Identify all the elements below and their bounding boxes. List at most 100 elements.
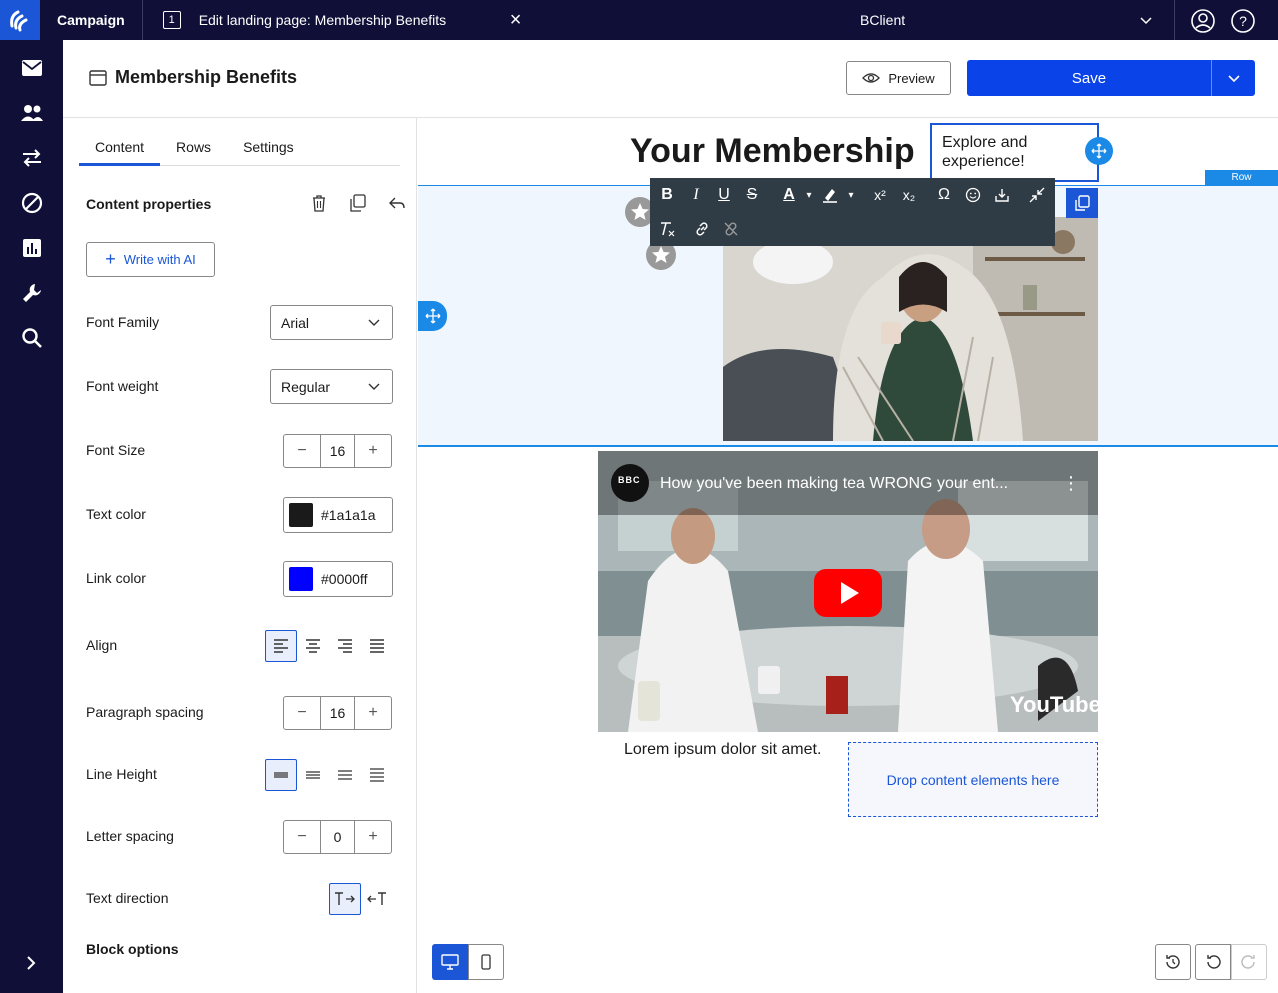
align-justify-icon[interactable]: [361, 630, 393, 662]
analytics-icon[interactable]: [20, 236, 44, 260]
youtube-logo[interactable]: YouTube: [1010, 692, 1101, 718]
font-size-label: Font Size: [86, 442, 146, 458]
paragraph-spacing-stepper: − 16 +: [283, 696, 392, 730]
link-color-swatch[interactable]: [289, 567, 313, 591]
merge-tag-icon[interactable]: [989, 182, 1015, 208]
underline-icon[interactable]: U: [711, 182, 737, 208]
history-icon[interactable]: [1155, 944, 1191, 980]
increment-button[interactable]: +: [355, 697, 391, 729]
write-with-ai-button[interactable]: + Write with AI: [86, 242, 215, 277]
open-tab-title[interactable]: Edit landing page: Membership Benefits: [199, 12, 504, 28]
properties-panel: Content Rows Settings Content properties…: [63, 118, 417, 993]
text-format-toolbar: B I U S A ▾ ▾ x² x₂ Ω: [650, 178, 1055, 246]
expand-nav-icon[interactable]: [22, 954, 40, 977]
transfer-icon[interactable]: [20, 146, 44, 170]
mail-icon[interactable]: [20, 56, 44, 80]
strikethrough-icon[interactable]: S: [739, 182, 765, 208]
block-icon[interactable]: [20, 191, 44, 215]
unlink-icon[interactable]: [718, 216, 744, 242]
text-direction-ltr-icon[interactable]: [329, 883, 361, 915]
wrench-icon[interactable]: [20, 281, 44, 305]
tab-rows[interactable]: Rows: [160, 138, 227, 166]
tab-count-icon[interactable]: 1: [162, 11, 181, 29]
tab-content[interactable]: Content: [79, 138, 161, 166]
text-direction-group: [329, 883, 393, 915]
align-left-icon[interactable]: [265, 630, 297, 662]
superscript-icon[interactable]: x²: [867, 182, 893, 208]
drop-zone[interactable]: Drop content elements here: [848, 742, 1098, 817]
paragraph-spacing-value[interactable]: 16: [320, 697, 355, 729]
increment-button[interactable]: +: [355, 435, 391, 467]
line-height-normal-icon[interactable]: [297, 759, 329, 791]
redo-icon[interactable]: [1231, 944, 1267, 980]
text-block-editing[interactable]: Explore and experience!: [930, 123, 1099, 182]
move-handle-icon[interactable]: [1085, 137, 1113, 165]
copy-icon[interactable]: [1066, 188, 1098, 218]
align-center-icon[interactable]: [297, 630, 329, 662]
font-weight-label: Font weight: [86, 378, 159, 394]
link-color-value: #0000ff: [321, 571, 368, 587]
line-height-relaxed-icon[interactable]: [329, 759, 361, 791]
italic-icon[interactable]: I: [683, 182, 709, 208]
help-icon[interactable]: ?: [1230, 8, 1256, 39]
align-right-icon[interactable]: [329, 630, 361, 662]
video-title[interactable]: How you've been making tea WRONG your en…: [660, 475, 1008, 493]
trash-icon[interactable]: [311, 194, 327, 217]
emoji-icon[interactable]: [960, 182, 986, 208]
collapse-icon[interactable]: [1024, 182, 1050, 208]
preview-label: Preview: [888, 70, 935, 86]
letter-spacing-value[interactable]: 0: [320, 821, 355, 853]
write-with-ai-label: Write with AI: [123, 252, 196, 267]
mobile-view-icon[interactable]: [468, 944, 504, 980]
text-color-swatch[interactable]: [289, 503, 313, 527]
undo-icon[interactable]: [1195, 944, 1231, 980]
link-color-field[interactable]: #0000ff: [283, 561, 393, 597]
duplicate-icon[interactable]: [349, 194, 367, 217]
back-arrow-icon[interactable]: [388, 194, 406, 217]
paragraph-text[interactable]: Lorem ipsum dolor sit amet.: [624, 741, 821, 759]
special-character-icon[interactable]: Ω: [931, 182, 957, 208]
font-size-value[interactable]: 16: [320, 435, 355, 467]
divider: [1174, 0, 1175, 40]
decrement-button[interactable]: −: [284, 821, 320, 853]
desktop-view-icon[interactable]: [432, 944, 468, 980]
client-selector[interactable]: BClient: [860, 12, 905, 28]
headline-text[interactable]: Your Membership: [630, 132, 915, 171]
text-direction-rtl-icon[interactable]: [361, 883, 393, 915]
block-options-title: Block options: [86, 941, 179, 957]
bold-icon[interactable]: B: [654, 182, 680, 208]
line-height-loose-icon[interactable]: [361, 759, 393, 791]
row-tag[interactable]: Row: [1205, 170, 1278, 185]
chevron-down-icon[interactable]: [1138, 12, 1154, 33]
row-move-handle-icon[interactable]: [418, 301, 447, 331]
font-family-select[interactable]: Arial: [270, 305, 393, 340]
more-icon[interactable]: ⋮: [1062, 473, 1080, 494]
subscript-icon[interactable]: x₂: [896, 182, 922, 208]
close-tab-icon[interactable]: ×: [510, 9, 522, 32]
clear-format-icon[interactable]: [654, 216, 680, 242]
app-logo-icon[interactable]: [0, 0, 40, 40]
decrement-button[interactable]: −: [284, 697, 320, 729]
chevron-down-icon[interactable]: ▾: [838, 182, 864, 208]
font-weight-value: Regular: [281, 378, 331, 395]
text-color-label: Text color: [86, 506, 146, 522]
video-embed[interactable]: [598, 451, 1098, 732]
chevron-down-icon: [368, 319, 380, 326]
decrement-button[interactable]: −: [284, 435, 320, 467]
text-direction-label: Text direction: [86, 890, 169, 906]
tab-settings[interactable]: Settings: [227, 138, 310, 166]
save-options-button[interactable]: [1211, 60, 1255, 96]
chevron-down-icon: [1227, 75, 1240, 83]
save-button[interactable]: Save: [967, 60, 1211, 96]
contacts-icon[interactable]: [20, 101, 44, 125]
line-height-tight-icon[interactable]: [265, 759, 297, 791]
link-icon[interactable]: [689, 216, 715, 242]
text-color-value: #1a1a1a: [321, 507, 376, 523]
increment-button[interactable]: +: [355, 821, 391, 853]
user-icon[interactable]: [1190, 8, 1216, 39]
preview-button[interactable]: Preview: [846, 61, 951, 95]
search-icon[interactable]: [20, 326, 44, 350]
content-image[interactable]: [723, 217, 1098, 441]
text-color-field[interactable]: #1a1a1a: [283, 497, 393, 533]
font-weight-select[interactable]: Regular: [270, 369, 393, 404]
